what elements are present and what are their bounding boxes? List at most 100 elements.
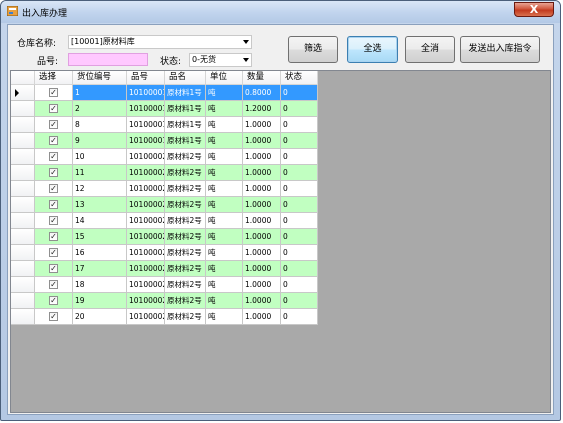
row-checkbox[interactable]: ✓ <box>49 232 58 241</box>
cell-part-no[interactable]: 10100001 <box>127 101 165 117</box>
row-checkbox[interactable]: ✓ <box>49 120 58 129</box>
cell-status[interactable]: 0 <box>281 101 318 117</box>
cell-location[interactable]: 9 <box>73 133 127 149</box>
cell-quantity[interactable]: 0.8000 <box>243 85 281 101</box>
cell-part-no[interactable]: 10100001 <box>127 85 165 101</box>
row-checkbox[interactable]: ✓ <box>49 168 58 177</box>
row-checkbox[interactable]: ✓ <box>49 184 58 193</box>
cell-unit[interactable]: 吨 <box>206 229 243 245</box>
table-row[interactable]: ✓ 2 10100001 原材料1号吨 1.2000 0 <box>11 101 318 117</box>
cell-part-no[interactable]: 10100002 <box>127 181 165 197</box>
table-row[interactable]: ✓ 8 10100001 原材料1号吨 1.0000 0 <box>11 117 318 133</box>
cell-part-name[interactable]: 原材料2号 <box>165 245 206 261</box>
row-header[interactable] <box>11 149 35 165</box>
row-header[interactable] <box>11 229 35 245</box>
send-command-button[interactable]: 发送出入库指令 <box>460 36 540 63</box>
table-row[interactable]: ✓ 1 10100001 原材料1号吨 0.8000 0 <box>11 85 318 101</box>
cell-unit[interactable]: 吨 <box>206 309 243 325</box>
cell-part-no[interactable]: 10100001 <box>127 117 165 133</box>
row-checkbox[interactable]: ✓ <box>49 216 58 225</box>
row-header[interactable] <box>11 117 35 133</box>
cell-part-name[interactable]: 原材料2号 <box>165 261 206 277</box>
cell-part-name[interactable]: 原材料1号 <box>165 133 206 149</box>
table-row[interactable]: ✓ 20 10100002 原材料2号吨 1.0000 0 <box>11 309 318 325</box>
cell-unit[interactable]: 吨 <box>206 261 243 277</box>
cell-status[interactable]: 0 <box>281 229 318 245</box>
cell-status[interactable]: 0 <box>281 309 318 325</box>
cell-part-no[interactable]: 10100002 <box>127 213 165 229</box>
table-row[interactable]: ✓ 13 10100002 原材料2号吨 1.0000 0 <box>11 197 318 213</box>
row-header[interactable] <box>11 245 35 261</box>
cell-quantity[interactable]: 1.0000 <box>243 117 281 133</box>
row-checkbox[interactable]: ✓ <box>49 152 58 161</box>
cell-location[interactable]: 11 <box>73 165 127 181</box>
cell-part-name[interactable]: 原材料1号 <box>165 85 206 101</box>
cell-part-name[interactable]: 原材料2号 <box>165 229 206 245</box>
table-row[interactable]: ✓ 18 10100002 原材料2号吨 1.0000 0 <box>11 277 318 293</box>
row-checkbox[interactable]: ✓ <box>49 136 58 145</box>
row-header[interactable] <box>11 213 35 229</box>
row-header[interactable] <box>11 181 35 197</box>
cell-status[interactable]: 0 <box>281 213 318 229</box>
cell-part-no[interactable]: 10100002 <box>127 229 165 245</box>
cell-part-name[interactable]: 原材料1号 <box>165 101 206 117</box>
cell-unit[interactable]: 吨 <box>206 149 243 165</box>
table-row[interactable]: ✓ 11 10100002 原材料2号吨 1.0000 0 <box>11 165 318 181</box>
cell-location[interactable]: 1 <box>73 85 127 101</box>
row-checkbox[interactable]: ✓ <box>49 312 58 321</box>
cell-part-name[interactable]: 原材料2号 <box>165 309 206 325</box>
row-checkbox[interactable]: ✓ <box>49 264 58 273</box>
cell-quantity[interactable]: 1.0000 <box>243 277 281 293</box>
row-checkbox[interactable]: ✓ <box>49 280 58 289</box>
cell-status[interactable]: 0 <box>281 133 318 149</box>
row-checkbox[interactable]: ✓ <box>49 200 58 209</box>
row-header[interactable] <box>11 261 35 277</box>
cell-location[interactable]: 15 <box>73 229 127 245</box>
cell-quantity[interactable]: 1.0000 <box>243 261 281 277</box>
cell-unit[interactable]: 吨 <box>206 165 243 181</box>
cell-part-no[interactable]: 10100002 <box>127 165 165 181</box>
cell-part-name[interactable]: 原材料2号 <box>165 181 206 197</box>
cell-part-name[interactable]: 原材料2号 <box>165 277 206 293</box>
cell-status[interactable]: 0 <box>281 261 318 277</box>
table-row[interactable]: ✓ 12 10100002 原材料2号吨 1.0000 0 <box>11 181 318 197</box>
table-row[interactable]: ✓ 15 10100002 原材料2号吨 1.0000 0 <box>11 229 318 245</box>
cell-unit[interactable]: 吨 <box>206 101 243 117</box>
cell-quantity[interactable]: 1.0000 <box>243 309 281 325</box>
row-header[interactable] <box>11 277 35 293</box>
cell-unit[interactable]: 吨 <box>206 85 243 101</box>
cell-status[interactable]: 0 <box>281 277 318 293</box>
cell-location[interactable]: 12 <box>73 181 127 197</box>
column-header-location[interactable]: 货位编号 <box>73 71 127 85</box>
cell-quantity[interactable]: 1.0000 <box>243 165 281 181</box>
row-header[interactable] <box>11 293 35 309</box>
cell-location[interactable]: 18 <box>73 277 127 293</box>
row-header[interactable] <box>11 133 35 149</box>
column-header-status[interactable]: 状态 <box>281 71 318 85</box>
cell-part-name[interactable]: 原材料2号 <box>165 165 206 181</box>
table-row[interactable]: ✓ 10 10100002 原材料2号吨 1.0000 0 <box>11 149 318 165</box>
cell-status[interactable]: 0 <box>281 293 318 309</box>
cell-part-no[interactable]: 10100002 <box>127 277 165 293</box>
cell-status[interactable]: 0 <box>281 245 318 261</box>
cell-part-name[interactable]: 原材料1号 <box>165 117 206 133</box>
table-row[interactable]: ✓ 17 10100002 原材料2号吨 1.0000 0 <box>11 261 318 277</box>
column-header-quantity[interactable]: 数量 <box>243 71 281 85</box>
cell-status[interactable]: 0 <box>281 149 318 165</box>
data-grid[interactable]: 选择 货位编号 品号 品名 单位 数量 状态 ✓ 1 10100001 原材料1号吨 0… <box>10 70 551 413</box>
table-row[interactable]: ✓ 16 10100002 原材料2号吨 1.0000 0 <box>11 245 318 261</box>
cell-location[interactable]: 16 <box>73 245 127 261</box>
cell-location[interactable]: 2 <box>73 101 127 117</box>
cell-location[interactable]: 8 <box>73 117 127 133</box>
row-header[interactable] <box>11 309 35 325</box>
row-checkbox[interactable]: ✓ <box>49 296 58 305</box>
cell-unit[interactable]: 吨 <box>206 197 243 213</box>
cell-quantity[interactable]: 1.0000 <box>243 197 281 213</box>
cell-location[interactable]: 17 <box>73 261 127 277</box>
cell-status[interactable]: 0 <box>281 85 318 101</box>
cell-quantity[interactable]: 1.0000 <box>243 181 281 197</box>
cell-location[interactable]: 19 <box>73 293 127 309</box>
cell-part-name[interactable]: 原材料2号 <box>165 213 206 229</box>
close-button[interactable]: X <box>514 2 554 17</box>
row-header[interactable] <box>11 165 35 181</box>
